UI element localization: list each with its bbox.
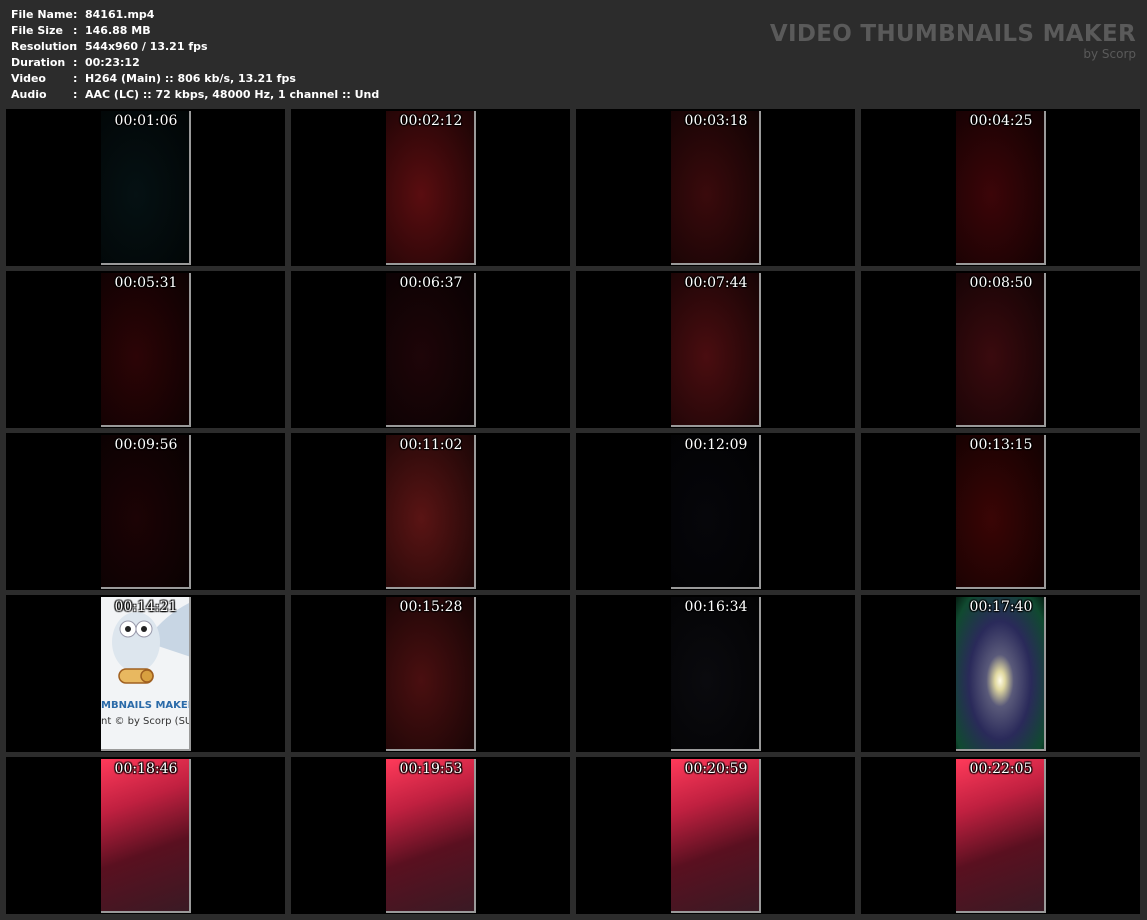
thumbnail-frame [386, 759, 476, 913]
thumbnail-frame: MBNAILS MAKER 8 nt © by Scorp (SU [101, 597, 191, 751]
brand-logo: VIDEO THUMBNAILS MAKER by Scorp [770, 20, 1136, 60]
thumbnail-timestamp: 00:20:59 [684, 761, 748, 777]
thumbnail-frame [671, 759, 761, 913]
thumbnail-cell: 00:02:12 [291, 109, 570, 266]
info-separator: : [73, 72, 78, 85]
thumbnail-cell: 00:22:05 [861, 757, 1140, 914]
thumbnail-timestamp: 00:14:21 [114, 599, 178, 615]
info-row: Resolution: 544x960 / 13.21 fps [11, 39, 379, 55]
thumbnail-cell: 00:20:59 [576, 757, 855, 914]
thumbnail-timestamp: 00:11:02 [399, 437, 463, 453]
thumbnail-timestamp: 00:05:31 [114, 275, 178, 291]
thumbnail-frame [956, 111, 1046, 265]
info-separator: : [73, 8, 78, 21]
info-label: File Size [11, 24, 63, 37]
thumbnail-timestamp: 00:13:15 [969, 437, 1033, 453]
thumbnail-cell: 00:12:09 [576, 433, 855, 590]
thumbnail-frame [386, 597, 476, 751]
thumbnail-cell: 00:03:18 [576, 109, 855, 266]
thumbnail-frame [956, 759, 1046, 913]
thumbnail-frame [101, 435, 191, 589]
thumbnail-timestamp: 00:12:09 [684, 437, 748, 453]
thumbnail-timestamp: 00:16:34 [684, 599, 748, 615]
info-label: Audio [11, 88, 47, 101]
header: File Name: 84161.mp4 File Size:146.88 MB Re… [0, 0, 1147, 106]
thumbnail-cell: 00:08:50 [861, 271, 1140, 428]
thumbnail-cell: 00:06:37 [291, 271, 570, 428]
thumbnail-cell: 00:11:02 [291, 433, 570, 590]
thumbnail-timestamp: 00:03:18 [684, 113, 748, 129]
info-label: Video [11, 72, 46, 85]
info-label: Duration [11, 56, 66, 69]
info-separator: : [73, 88, 78, 101]
thumbnail-frame [671, 273, 761, 427]
info-row: Duration:00:23:12 [11, 55, 379, 71]
info-row: Audio: AAC (LC) :: 72 kbps, 48000 Hz, 1 c… [11, 87, 379, 103]
thumbnail-timestamp: 00:02:12 [399, 113, 463, 129]
brand-subtitle: by Scorp [1083, 47, 1136, 61]
thumbnail-cell: 00:04:25 [861, 109, 1140, 266]
thumbnail-timestamp: 00:18:46 [114, 761, 178, 777]
thumbnail-cell: 00:16:34 [576, 595, 855, 752]
thumbnail-frame [386, 273, 476, 427]
splash-credit: nt © by Scorp (SU [101, 716, 189, 727]
thumbnail-cell: MBNAILS MAKER 8 nt © by Scorp (SU 00:14:21 [6, 595, 285, 752]
thumbnail-cell: 00:15:28 [291, 595, 570, 752]
info-value: AAC (LC) :: 72 kbps, 48000 Hz, 1 channel… [85, 88, 380, 101]
thumbnail-timestamp: 00:19:53 [399, 761, 463, 777]
thumbnail-timestamp: 00:15:28 [399, 599, 463, 615]
thumbnail-cell: 00:07:44 [576, 271, 855, 428]
info-row: File Size:146.88 MB [11, 23, 379, 39]
thumbnail-cell: 00:17:40 [861, 595, 1140, 752]
info-separator: : [73, 56, 78, 69]
info-value: 544x960 / 13.21 fps [85, 40, 208, 53]
thumbnail-frame [671, 597, 761, 751]
info-label: File Name [11, 8, 73, 21]
thumbnail-frame [956, 597, 1046, 751]
file-info: File Name: 84161.mp4 File Size:146.88 MB Re… [11, 7, 379, 103]
info-value: 84161.mp4 [85, 8, 155, 21]
info-row: Video: H264 (Main) :: 806 kb/s, 13.21 fps [11, 71, 379, 87]
info-row: File Name: 84161.mp4 [11, 7, 379, 23]
thumbnail-timestamp: 00:17:40 [969, 599, 1033, 615]
info-value: 146.88 MB [85, 24, 151, 37]
thumbnail-cell: 00:01:06 [6, 109, 285, 266]
info-label: Resolution [11, 40, 78, 53]
thumbnail-frame [386, 111, 476, 265]
thumbnail-frame [386, 435, 476, 589]
info-separator: : [73, 40, 78, 53]
thumbnail-timestamp: 00:07:44 [684, 275, 748, 291]
thumbnail-timestamp: 00:01:06 [114, 113, 178, 129]
thumbnail-timestamp: 00:09:56 [114, 437, 178, 453]
thumbnail-frame [956, 435, 1046, 589]
thumbnail-timestamp: 00:08:50 [969, 275, 1033, 291]
thumbnail-frame [101, 273, 191, 427]
thumbnail-cell: 00:19:53 [291, 757, 570, 914]
thumbnail-cell: 00:13:15 [861, 433, 1140, 590]
brand-title: VIDEO THUMBNAILS MAKER [769, 21, 1136, 47]
thumbnail-frame [956, 273, 1046, 427]
thumbnail-timestamp: 00:06:37 [399, 275, 463, 291]
info-separator: : [73, 24, 78, 37]
thumbnail-cell: 00:09:56 [6, 433, 285, 590]
thumbnail-timestamp: 00:04:25 [969, 113, 1033, 129]
thumbnail-frame [671, 111, 761, 265]
thumbnail-frame [101, 759, 191, 913]
thumbnail-frame [101, 111, 191, 265]
info-value: H264 (Main) :: 806 kb/s, 13.21 fps [85, 72, 296, 85]
thumbnail-cell: 00:05:31 [6, 271, 285, 428]
thumbnail-frame [671, 435, 761, 589]
splash-title: MBNAILS MAKER 8 [101, 700, 189, 711]
thumbnail-timestamp: 00:22:05 [969, 761, 1033, 777]
thumbnail-cell: 00:18:46 [6, 757, 285, 914]
info-value: 00:23:12 [85, 56, 140, 69]
